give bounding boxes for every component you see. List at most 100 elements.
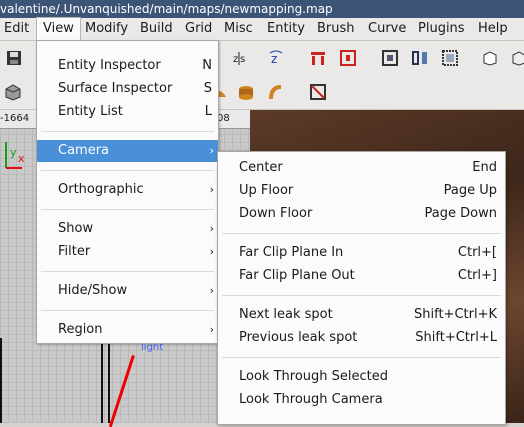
menu-item-label: Entity List bbox=[58, 104, 123, 119]
menu-view[interactable]: View bbox=[36, 17, 81, 41]
menu-item-up-floor[interactable]: Up Floor Page Up bbox=[218, 180, 505, 202]
menu-item-accel: Page Up bbox=[443, 183, 497, 198]
menu-item-label: Far Clip Plane Out bbox=[239, 268, 355, 283]
menu-item-label: Hide/Show bbox=[58, 283, 128, 298]
menu-entity[interactable]: Entity bbox=[267, 18, 305, 40]
chevron-right-icon: › bbox=[209, 323, 214, 336]
menu-item-label: Show bbox=[58, 221, 94, 236]
menu-item-camera[interactable]: Camera › bbox=[37, 140, 218, 162]
menu-item-hide-show[interactable]: Hide/Show › bbox=[37, 280, 218, 302]
menu-separator bbox=[41, 310, 214, 311]
menu-item-label: Filter bbox=[58, 244, 91, 259]
chevron-right-icon: › bbox=[209, 284, 214, 297]
menu-item-look-through-selected[interactable]: Look Through Selected bbox=[218, 366, 505, 388]
chevron-right-icon: › bbox=[209, 183, 214, 196]
menu-item-accel: End bbox=[472, 160, 497, 175]
menu-item-surface-inspector[interactable]: Surface Inspector S bbox=[37, 78, 218, 100]
menu-item-entity-inspector[interactable]: Entity Inspector N bbox=[37, 55, 218, 77]
menu-build[interactable]: Build bbox=[140, 18, 173, 40]
chevron-right-icon: › bbox=[209, 144, 214, 157]
menu-item-region[interactable]: Region › bbox=[37, 319, 218, 341]
axis-x-label: x bbox=[18, 152, 25, 165]
menu-item-label: Region bbox=[58, 322, 103, 337]
menu-item-accel: S bbox=[203, 81, 212, 96]
menu-item-accel: N bbox=[202, 58, 212, 73]
texture-lock-icon[interactable] bbox=[411, 49, 429, 67]
menu-modify[interactable]: Modify bbox=[85, 18, 128, 40]
menu-misc[interactable]: Misc bbox=[224, 18, 253, 40]
menu-item-center[interactable]: Center End bbox=[218, 157, 505, 179]
menu-item-label: Orthographic bbox=[58, 182, 144, 197]
menu-item-previous-leak[interactable]: Previous leak spot Shift+Ctrl+L bbox=[218, 327, 505, 349]
menu-item-label: Surface Inspector bbox=[58, 81, 173, 96]
menu-item-accel: Page Down bbox=[424, 206, 497, 221]
grid-brush-edge bbox=[0, 338, 2, 423]
menu-item-accel: L bbox=[204, 104, 212, 119]
axis-y-label: y bbox=[10, 146, 17, 159]
menu-separator bbox=[41, 170, 214, 171]
svg-text:z: z bbox=[271, 52, 277, 66]
menu-item-accel: Ctrl+[ bbox=[457, 245, 497, 260]
grid-brush-edge bbox=[101, 342, 103, 423]
menu-item-show[interactable]: Show › bbox=[37, 218, 218, 240]
menu-item-label: Up Floor bbox=[239, 183, 294, 198]
selected-brush-edge bbox=[108, 355, 135, 427]
cube2-icon[interactable] bbox=[510, 49, 524, 67]
grid-select-icon[interactable] bbox=[441, 49, 459, 67]
menu-item-down-floor[interactable]: Down Floor Page Down bbox=[218, 203, 505, 225]
brush-prefab2-icon[interactable] bbox=[339, 49, 357, 67]
x-axis-flip-icon[interactable]: zs bbox=[231, 49, 249, 67]
menu-item-label: Next leak spot bbox=[239, 307, 333, 322]
bevel-icon[interactable] bbox=[237, 83, 255, 101]
menu-item-label: Center bbox=[239, 160, 283, 175]
svg-text:z: z bbox=[233, 54, 238, 65]
grid-coord-left: -1664 bbox=[0, 113, 30, 124]
cube-open-icon[interactable] bbox=[4, 83, 22, 101]
menu-item-accel: Ctrl+] bbox=[457, 268, 497, 283]
menu-separator bbox=[41, 131, 214, 132]
menu-separator bbox=[222, 295, 501, 296]
menu-item-next-leak[interactable]: Next leak spot Shift+Ctrl+K bbox=[218, 304, 505, 326]
menu-item-label: Down Floor bbox=[239, 206, 313, 221]
menu-edit[interactable]: Edit bbox=[4, 18, 29, 40]
z-rotate-icon[interactable]: z bbox=[267, 49, 285, 67]
view-menu: Entity Inspector N Surface Inspector S E… bbox=[36, 40, 219, 344]
menu-item-filter[interactable]: Filter › bbox=[37, 241, 218, 263]
menu-item-far-clip-out[interactable]: Far Clip Plane Out Ctrl+] bbox=[218, 265, 505, 287]
menu-brush[interactable]: Brush bbox=[317, 18, 355, 40]
menu-item-far-clip-in[interactable]: Far Clip Plane In Ctrl+[ bbox=[218, 242, 505, 264]
arch-icon[interactable] bbox=[266, 83, 284, 101]
menu-item-label: Look Through Camera bbox=[239, 392, 383, 407]
window-title: valentine/.Unvanquished/main/maps/newmap… bbox=[0, 2, 333, 16]
menu-separator bbox=[41, 271, 214, 272]
chevron-right-icon: › bbox=[209, 222, 214, 235]
grid-brush-edge bbox=[108, 342, 110, 423]
cube-icon[interactable] bbox=[481, 49, 499, 67]
menu-item-look-through-camera[interactable]: Look Through Camera bbox=[218, 389, 505, 411]
brush-prefab-icon[interactable] bbox=[309, 49, 327, 67]
chevron-right-icon: › bbox=[209, 245, 214, 258]
menu-help[interactable]: Help bbox=[478, 18, 508, 40]
save-icon[interactable] bbox=[5, 49, 23, 67]
menu-curve[interactable]: Curve bbox=[368, 18, 406, 40]
menu-item-orthographic[interactable]: Orthographic › bbox=[37, 179, 218, 201]
menu-item-label: Entity Inspector bbox=[58, 58, 161, 73]
menu-item-label: Far Clip Plane In bbox=[239, 245, 344, 260]
menu-item-accel: Shift+Ctrl+K bbox=[414, 307, 497, 322]
menu-plugins[interactable]: Plugins bbox=[418, 18, 465, 40]
menu-separator bbox=[222, 357, 501, 358]
menu-bar: Edit View Modify Build Grid Misc Entity … bbox=[0, 17, 524, 41]
title-bar: valentine/.Unvanquished/main/maps/newmap… bbox=[0, 0, 524, 18]
menu-separator bbox=[222, 233, 501, 234]
menu-grid[interactable]: Grid bbox=[185, 18, 212, 40]
menu-item-label: Previous leak spot bbox=[239, 330, 358, 345]
menu-separator bbox=[41, 209, 214, 210]
camera-submenu: Center End Up Floor Page Up Down Floor P… bbox=[217, 151, 506, 425]
menu-item-accel: Shift+Ctrl+L bbox=[415, 330, 497, 345]
svg-text:s: s bbox=[240, 54, 245, 65]
menu-item-label: Look Through Selected bbox=[239, 369, 388, 384]
menu-item-label: Camera bbox=[58, 143, 110, 158]
no-select-icon[interactable] bbox=[309, 83, 327, 101]
menu-item-entity-list[interactable]: Entity List L bbox=[37, 101, 218, 123]
clipper-icon[interactable] bbox=[381, 49, 399, 67]
